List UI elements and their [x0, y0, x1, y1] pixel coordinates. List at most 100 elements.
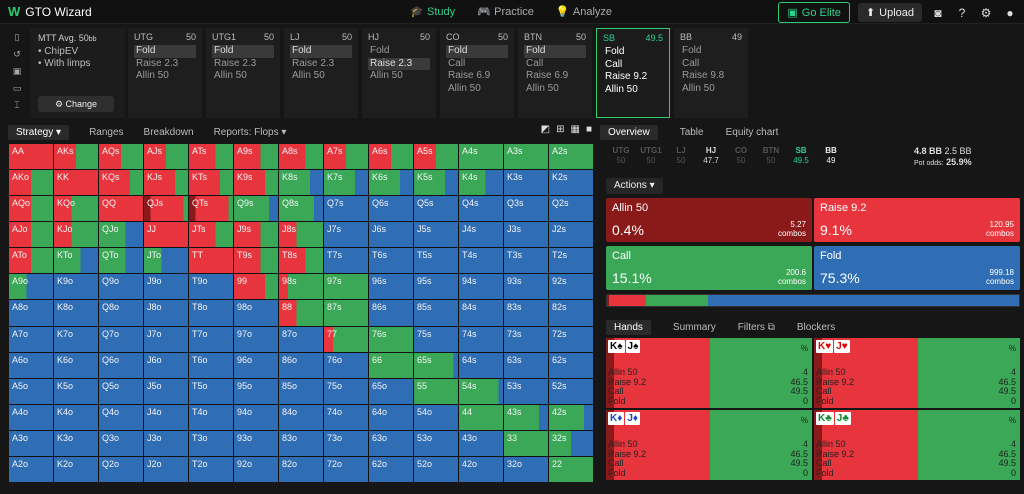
range-cell[interactable]: Q3o: [99, 430, 143, 456]
position-action[interactable]: Fold: [680, 45, 742, 58]
range-cell[interactable]: 32s: [549, 430, 593, 456]
range-cell[interactable]: J7s: [324, 222, 368, 248]
range-cell[interactable]: A6s: [369, 144, 413, 170]
range-cell[interactable]: 76s: [369, 326, 413, 352]
range-cell[interactable]: A8s: [279, 144, 323, 170]
range-cell[interactable]: 22: [549, 456, 593, 482]
range-cell[interactable]: 64s: [459, 352, 503, 378]
position-card-hj[interactable]: HJ 50 Fold Raise 2.3 Allin 50: [362, 28, 436, 118]
range-cell[interactable]: 44: [459, 404, 503, 430]
range-cell[interactable]: K6o: [54, 352, 98, 378]
position-action[interactable]: Fold: [290, 45, 352, 58]
position-card-co[interactable]: CO 50 Fold Call Raise 6.9 Allin 50: [440, 28, 514, 118]
range-cell[interactable]: 63s: [504, 352, 548, 378]
range-cell[interactable]: 84o: [279, 404, 323, 430]
range-cell[interactable]: J6s: [369, 222, 413, 248]
range-cell[interactable]: T2s: [549, 248, 593, 274]
range-cell[interactable]: A2o: [9, 456, 53, 482]
square-icon[interactable]: ■: [586, 124, 592, 135]
position-action[interactable]: Fold: [134, 45, 196, 58]
range-cell[interactable]: T3s: [504, 248, 548, 274]
range-cell[interactable]: 52o: [414, 456, 458, 482]
range-cell[interactable]: 97s: [324, 274, 368, 300]
nav-study[interactable]: 🎓 Study: [410, 6, 455, 18]
range-cell[interactable]: A4o: [9, 404, 53, 430]
range-cell[interactable]: K9o: [54, 274, 98, 300]
position-action[interactable]: Raise 2.3: [134, 58, 196, 71]
action-box-allin[interactable]: Allin 50 0.4% 5.27 combos: [606, 198, 812, 242]
range-cell[interactable]: T5s: [414, 248, 458, 274]
position-card-utg[interactable]: UTG 50 Fold Raise 2.3 Allin 50: [128, 28, 202, 118]
range-cell[interactable]: T2o: [189, 456, 233, 482]
tab-hands[interactable]: Hands: [606, 320, 651, 335]
range-cell[interactable]: KJo: [54, 222, 98, 248]
range-cell[interactable]: A3s: [504, 144, 548, 170]
range-cell[interactable]: QQ: [99, 196, 143, 222]
tab-ranges[interactable]: Ranges: [89, 127, 123, 138]
position-action[interactable]: Fold: [368, 45, 430, 58]
tab-breakdown[interactable]: Breakdown: [144, 127, 194, 138]
range-cell[interactable]: J3s: [504, 222, 548, 248]
range-cell[interactable]: 86s: [369, 300, 413, 326]
range-cell[interactable]: K8o: [54, 300, 98, 326]
range-cell[interactable]: AA: [9, 144, 53, 170]
position-action[interactable]: Call: [603, 59, 663, 72]
range-cell[interactable]: 42s: [549, 404, 593, 430]
range-cell[interactable]: 74s: [459, 326, 503, 352]
range-cell[interactable]: 33: [504, 430, 548, 456]
range-cell[interactable]: J5o: [144, 378, 188, 404]
range-cell[interactable]: JTs: [189, 222, 233, 248]
save-icon[interactable]: ▣: [13, 66, 22, 77]
range-cell[interactable]: Q8s: [279, 196, 323, 222]
range-cell[interactable]: 94o: [234, 404, 278, 430]
position-action[interactable]: Fold: [212, 45, 274, 58]
position-action[interactable]: Raise 9.2: [603, 71, 663, 84]
position-action[interactable]: Raise 9.8: [680, 70, 742, 83]
range-cell[interactable]: J6o: [144, 352, 188, 378]
range-cell[interactable]: ATs: [189, 144, 233, 170]
range-cell[interactable]: Q8o: [99, 300, 143, 326]
range-cell[interactable]: ATo: [9, 248, 53, 274]
range-cell[interactable]: K9s: [234, 170, 278, 196]
position-action[interactable]: Allin 50: [446, 83, 508, 96]
range-cell[interactable]: K2s: [549, 170, 593, 196]
position-action[interactable]: Allin 50: [524, 83, 586, 96]
history-icon[interactable]: ↺: [13, 49, 21, 60]
range-cell[interactable]: 95o: [234, 378, 278, 404]
nav-practice[interactable]: 🎮 Practice: [477, 6, 534, 18]
range-cell[interactable]: T9o: [189, 274, 233, 300]
range-cell[interactable]: 54o: [414, 404, 458, 430]
grid-small-icon[interactable]: ⊞: [556, 124, 564, 135]
range-cell[interactable]: 72s: [549, 326, 593, 352]
range-cell[interactable]: K6s: [369, 170, 413, 196]
position-action[interactable]: Allin 50: [368, 70, 430, 83]
range-cell[interactable]: J5s: [414, 222, 458, 248]
range-cell[interactable]: 63o: [369, 430, 413, 456]
position-action[interactable]: Raise 6.9: [446, 70, 508, 83]
logo[interactable]: W GTO Wizard: [8, 4, 92, 19]
position-action[interactable]: Allin 50: [290, 70, 352, 83]
range-cell[interactable]: 65s: [414, 352, 458, 378]
position-action[interactable]: Fold: [524, 45, 586, 58]
range-cell[interactable]: K7s: [324, 170, 368, 196]
range-cell[interactable]: J3o: [144, 430, 188, 456]
range-cell[interactable]: 93s: [504, 274, 548, 300]
range-cell[interactable]: 43s: [504, 404, 548, 430]
range-cell[interactable]: Q4o: [99, 404, 143, 430]
nav-analyze[interactable]: 💡 Analyze: [556, 6, 612, 18]
range-cell[interactable]: 88: [279, 300, 323, 326]
position-action[interactable]: Fold: [446, 45, 508, 58]
range-cell[interactable]: 75s: [414, 326, 458, 352]
range-cell[interactable]: Q9o: [99, 274, 143, 300]
range-cell[interactable]: J2s: [549, 222, 593, 248]
range-cell[interactable]: 65o: [369, 378, 413, 404]
range-cell[interactable]: A6o: [9, 352, 53, 378]
range-cell[interactable]: Q6s: [369, 196, 413, 222]
range-cell[interactable]: 94s: [459, 274, 503, 300]
range-cell[interactable]: J9o: [144, 274, 188, 300]
range-cell[interactable]: 82o: [279, 456, 323, 482]
range-cell[interactable]: 42o: [459, 456, 503, 482]
range-cell[interactable]: 62s: [549, 352, 593, 378]
range-cell[interactable]: J4o: [144, 404, 188, 430]
range-cell[interactable]: J9s: [234, 222, 278, 248]
